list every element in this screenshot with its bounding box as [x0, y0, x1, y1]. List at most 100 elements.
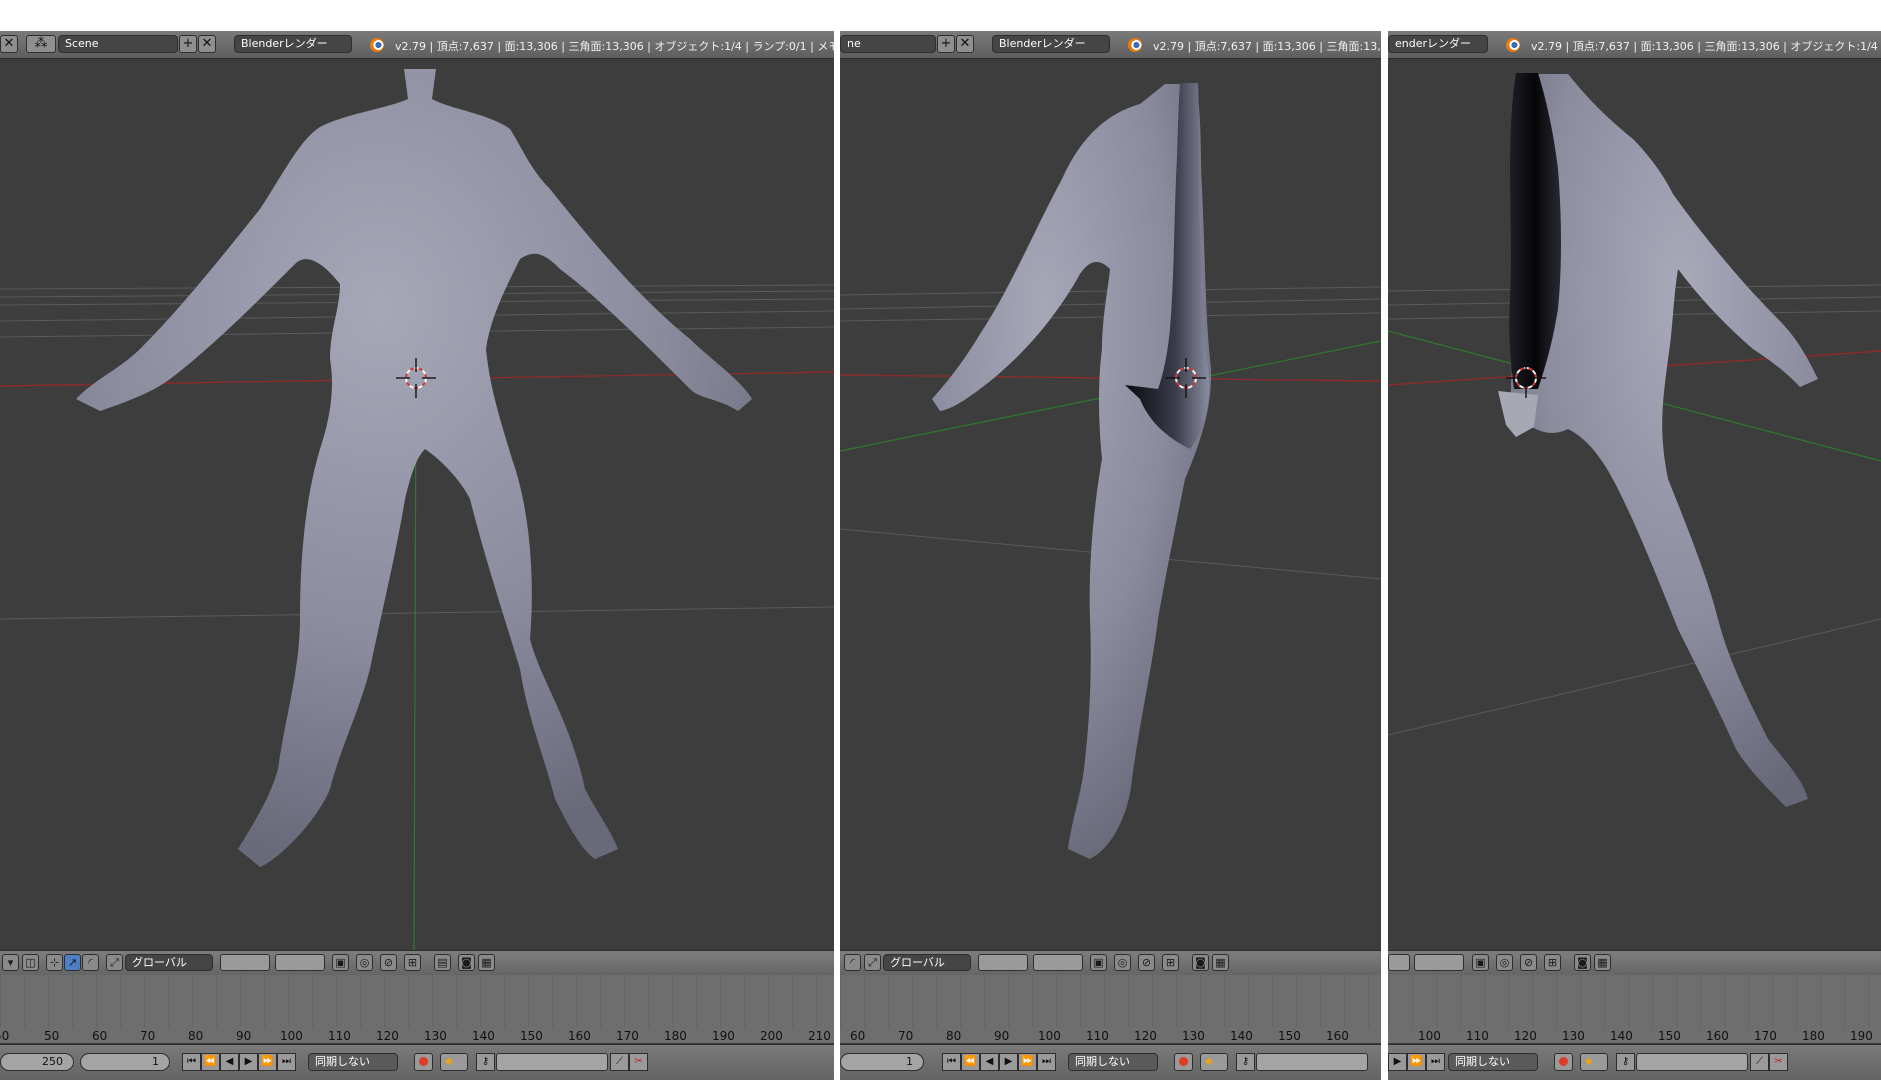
camera-render-icon[interactable]: ◙: [458, 954, 475, 971]
timeline-label: 160: [1706, 1029, 1729, 1043]
snap-icon[interactable]: ⊘: [1520, 954, 1537, 971]
jump-end-icon[interactable]: ⏭: [1037, 1053, 1056, 1071]
next-keyframe-icon[interactable]: ⏩: [1018, 1053, 1037, 1071]
camera-render-icon[interactable]: ◙: [1574, 954, 1591, 971]
lock-icon[interactable]: ▣: [1090, 954, 1107, 971]
render-engine-select[interactable]: Blenderレンダー: [992, 35, 1110, 53]
snap-target-icon[interactable]: ⊞: [404, 954, 421, 971]
anim-render-icon[interactable]: ▦: [1594, 954, 1611, 971]
render-engine-select[interactable]: Blenderレンダー: [234, 35, 352, 53]
play-reverse-icon[interactable]: ◀: [980, 1053, 999, 1071]
keyframe-icon[interactable]: ◆: [1580, 1053, 1608, 1071]
sync-mode-select[interactable]: 同期しない: [1068, 1053, 1158, 1071]
play-icon[interactable]: ▶: [999, 1053, 1018, 1071]
close-icon[interactable]: ✕: [198, 35, 216, 53]
keyframe-icon[interactable]: ◆: [1200, 1053, 1228, 1071]
insert-keyframe-icon[interactable]: ⟋: [610, 1053, 629, 1071]
body-mesh[interactable]: [76, 69, 752, 867]
timeline-label: 60: [850, 1029, 866, 1043]
next-keyframe-icon[interactable]: ⏩: [1407, 1053, 1426, 1071]
camera-render-icon[interactable]: ◙: [1192, 954, 1209, 971]
snap-target-icon[interactable]: ⊞: [1162, 954, 1179, 971]
scene-name-field[interactable]: ne: [840, 35, 936, 53]
blender-logo-icon: [370, 38, 384, 52]
lock-icon[interactable]: ▣: [332, 954, 349, 971]
view3d-icon[interactable]: ▾: [2, 954, 19, 971]
play-icon[interactable]: ▶: [239, 1053, 258, 1071]
snap-icon[interactable]: ⊘: [380, 954, 397, 971]
layer-buttons-1[interactable]: [1388, 954, 1410, 971]
keyframe-icon[interactable]: ◆: [440, 1053, 468, 1071]
pivot-icon[interactable]: ◎: [1114, 954, 1131, 971]
snap-icon[interactable]: ⊘: [1138, 954, 1155, 971]
add-icon[interactable]: +: [179, 35, 197, 53]
manipulator-icon[interactable]: ⊹: [46, 954, 63, 971]
translate-icon[interactable]: ↗: [64, 954, 81, 971]
orientation-select[interactable]: グローバル: [883, 954, 971, 971]
anim-render-icon[interactable]: ▦: [478, 954, 495, 971]
timeline-area[interactable]: [0, 975, 834, 1030]
orientation-select[interactable]: グローバル: [125, 954, 213, 971]
sync-mode-label: 同期しない: [1455, 1055, 1510, 1068]
view3d-header: ▣ ◎ ⊘ ⊞ ◙ ▦: [1388, 950, 1881, 976]
scene-name-field[interactable]: Scene: [58, 35, 178, 53]
keying-set-icon[interactable]: ⚷: [1616, 1053, 1635, 1071]
jump-end-icon[interactable]: ⏭: [277, 1053, 296, 1071]
keying-set-field[interactable]: [496, 1053, 608, 1071]
scale-icon[interactable]: ⤢: [864, 954, 881, 971]
prev-keyframe-icon[interactable]: ⏪: [961, 1053, 980, 1071]
layer-buttons-2[interactable]: [1414, 954, 1464, 971]
add-icon[interactable]: +: [937, 35, 955, 53]
layer-buttons-1[interactable]: [220, 954, 270, 971]
rotate-icon[interactable]: ◜: [844, 954, 861, 971]
insert-keyframe-icon[interactable]: ⟋: [1750, 1053, 1769, 1071]
timeline-labels: 100 110 120 130 140 150 160 170 180 190: [1388, 1027, 1881, 1043]
next-keyframe-icon[interactable]: ⏩: [258, 1053, 277, 1071]
play-icon[interactable]: ▶: [1388, 1053, 1407, 1071]
sync-mode-select[interactable]: 同期しない: [1448, 1053, 1538, 1071]
3d-viewport[interactable]: [1388, 59, 1881, 950]
scene-icon[interactable]: ⁂: [26, 35, 56, 53]
keying-set-field[interactable]: [1636, 1053, 1748, 1071]
keying-set-field[interactable]: [1256, 1053, 1368, 1071]
render-engine-select[interactable]: enderレンダー: [1388, 35, 1488, 53]
view3d-header: ◜ ⤢ グローバル ▣ ◎ ⊘ ⊞ ◙ ▦: [840, 950, 1381, 976]
delete-keyframe-icon[interactable]: ✂: [1769, 1053, 1788, 1071]
record-icon[interactable]: [1554, 1053, 1573, 1071]
render-preview-icon[interactable]: ▤: [434, 954, 451, 971]
scale-icon[interactable]: ⤢: [106, 954, 123, 971]
prev-keyframe-icon[interactable]: ⏪: [201, 1053, 220, 1071]
pivot-icon[interactable]: ◎: [1496, 954, 1513, 971]
layer-buttons-2[interactable]: [1033, 954, 1083, 971]
snap-target-icon[interactable]: ⊞: [1544, 954, 1561, 971]
viewport-shading-icon[interactable]: ◫: [22, 954, 39, 971]
layer-buttons-1[interactable]: [978, 954, 1028, 971]
info-header: ne + ✕ Blenderレンダー v2.79 | 頂点:7,637 | 面:…: [840, 31, 1381, 59]
3d-viewport[interactable]: [0, 59, 834, 950]
current-frame-field[interactable]: 1: [80, 1053, 170, 1071]
current-frame-field[interactable]: 1: [840, 1053, 924, 1071]
end-frame-field[interactable]: 250: [0, 1053, 74, 1071]
3d-viewport[interactable]: [840, 59, 1381, 950]
record-icon[interactable]: [414, 1053, 433, 1071]
lock-icon[interactable]: ▣: [1472, 954, 1489, 971]
keying-set-icon[interactable]: ⚷: [476, 1053, 495, 1071]
keying-set-icon[interactable]: ⚷: [1236, 1053, 1255, 1071]
layer-buttons-2[interactable]: [275, 954, 325, 971]
play-reverse-icon[interactable]: ◀: [220, 1053, 239, 1071]
sync-mode-select[interactable]: 同期しない: [308, 1053, 398, 1071]
rotate-icon[interactable]: ◜: [82, 954, 99, 971]
timeline-area[interactable]: [840, 975, 1381, 1030]
body-mesh[interactable]: [932, 84, 1212, 859]
record-icon[interactable]: [1174, 1053, 1193, 1071]
jump-end-icon[interactable]: ⏭: [1426, 1053, 1445, 1071]
close-icon[interactable]: ✕: [956, 35, 974, 53]
pivot-icon[interactable]: ◎: [356, 954, 373, 971]
delete-keyframe-icon[interactable]: ✂: [629, 1053, 648, 1071]
timeline-area[interactable]: [1388, 975, 1881, 1030]
jump-start-icon[interactable]: ⏮: [182, 1053, 201, 1071]
close-icon[interactable]: ✕: [0, 35, 18, 53]
anim-render-icon[interactable]: ▦: [1212, 954, 1229, 971]
jump-start-icon[interactable]: ⏮: [942, 1053, 961, 1071]
timeline-label: 50: [0, 1029, 10, 1043]
